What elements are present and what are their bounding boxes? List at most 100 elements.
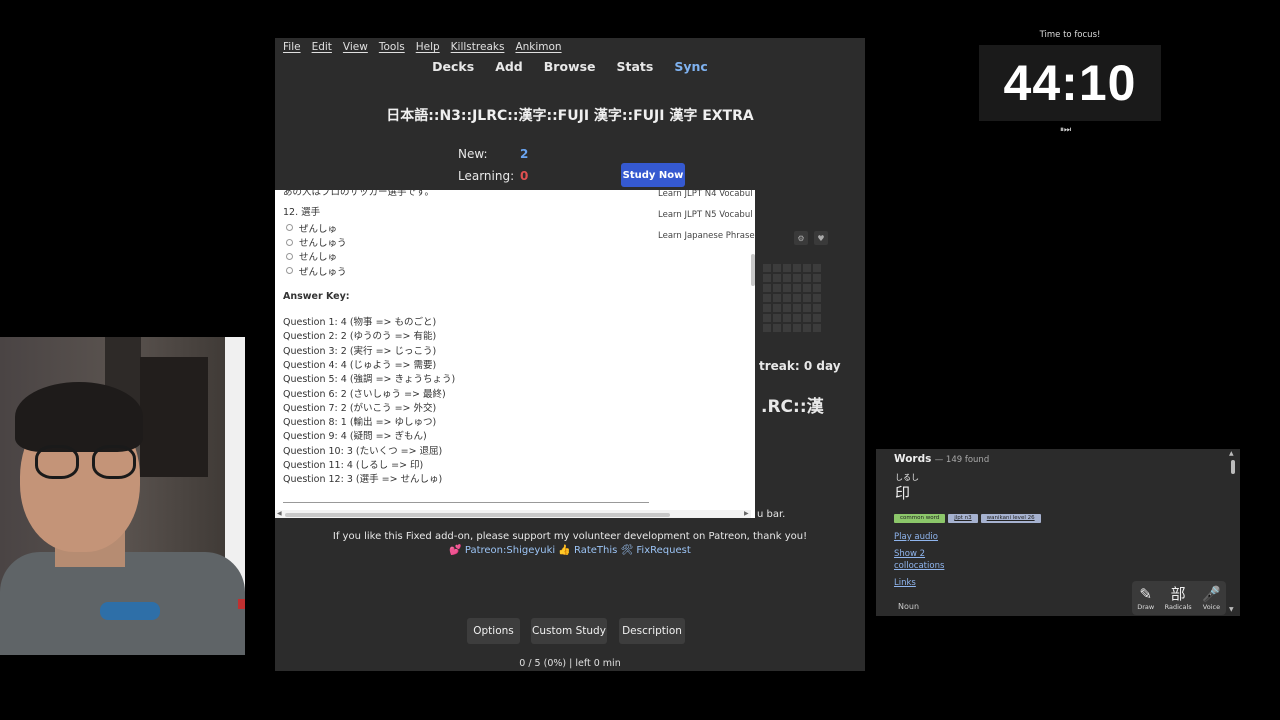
glasses-lens (35, 445, 79, 479)
answer-option[interactable]: ぜんしゅ (283, 221, 643, 235)
radio-icon[interactable] (286, 238, 293, 246)
heatmap-settings-icon[interactable]: ⚙ (794, 231, 808, 245)
heatmap-cell (763, 324, 771, 332)
description-button[interactable]: Description (619, 618, 685, 644)
horizontal-scrollbar[interactable]: ◀ ▶ (275, 510, 751, 518)
links-link[interactable]: Links (894, 577, 916, 589)
progress-text: 0 / 5 (0%) | left 0 min (519, 658, 621, 669)
words-scrollbar[interactable]: ▲ ▼ (1229, 450, 1237, 613)
heatmap-cell (793, 314, 801, 322)
draw-icon: ✎ (1139, 585, 1152, 603)
answer-option[interactable]: せんしゅ (283, 249, 643, 263)
options-button[interactable]: Options (467, 618, 520, 644)
custom-study-button[interactable]: Custom Study (531, 618, 607, 644)
support-links[interactable]: 💕 Patreon:Shigeyuki 👍 RateThis 🛠 FixRequ… (275, 545, 865, 556)
heatmap-cell (763, 284, 771, 292)
radio-icon[interactable] (286, 267, 293, 275)
menu-ankimon[interactable]: Ankimon (515, 41, 561, 53)
quiz-sentence: あの人はプロのサッカー選手です。 (283, 190, 435, 198)
show-collocations-link[interactable]: Show 2 (894, 548, 925, 560)
scroll-up-icon[interactable]: ▲ (1229, 450, 1234, 457)
scroll-left-icon[interactable]: ◀ (277, 510, 282, 517)
menu-killstreaks[interactable]: Killstreaks (451, 41, 505, 53)
heatmap-cell (813, 264, 821, 272)
heatmap-controls: ⚙ ♥ (794, 231, 828, 245)
side-link[interactable]: Learn JLPT N4 Vocabul (658, 190, 755, 208)
tag-jlpt[interactable]: jlpt n3 (948, 514, 978, 523)
toolbar-sync[interactable]: Sync (674, 59, 707, 74)
timer-controls[interactable]: ⏸⏭ (1060, 125, 1071, 135)
toolbar-add[interactable]: Add (495, 59, 523, 74)
menu-edit[interactable]: Edit (312, 41, 332, 53)
scrollbar-thumb[interactable] (285, 513, 670, 517)
heatmap-cell (793, 274, 801, 282)
menu-tools[interactable]: Tools (379, 41, 405, 53)
scroll-right-icon[interactable]: ▶ (744, 510, 749, 517)
answer-key-heading: Answer Key: (283, 290, 350, 302)
toolbar-browse[interactable]: Browse (544, 59, 596, 74)
scroll-down-icon[interactable]: ▼ (1229, 606, 1234, 613)
heatmap-cell (813, 294, 821, 302)
menu-file[interactable]: File (283, 41, 301, 53)
timer-display: 44:10 (979, 45, 1161, 121)
scrollbar-thumb[interactable] (751, 254, 755, 286)
menu-view[interactable]: View (343, 41, 368, 53)
heatmap-cell (793, 264, 801, 272)
radicals-tool[interactable]: 部 Radicals (1165, 585, 1192, 611)
heatmap-cell (803, 314, 811, 322)
side-link[interactable]: Learn JLPT N5 Vocabul (658, 208, 755, 229)
quiz-webview: あの人はプロのサッカー選手です。 12. 選手 ぜんしゅ せんしゅう せんしゅ … (275, 190, 755, 518)
heatmap-cell (773, 314, 781, 322)
heatmap-cell (803, 324, 811, 332)
heatmap-cell (763, 314, 771, 322)
answer-option[interactable]: せんしゅう (283, 235, 643, 249)
answer-key-item: Question 12: 3 (選手 => せんしゅ) (283, 474, 443, 486)
answer-key-item: Question 3: 2 (実行 => じっこう) (283, 345, 437, 357)
background-red-object (238, 599, 245, 609)
heatmap-cell (803, 264, 811, 272)
heatmap-cell (773, 274, 781, 282)
heatmap-cell (783, 264, 791, 272)
voice-tool[interactable]: 🎤 Voice (1202, 585, 1221, 611)
menu-help[interactable]: Help (416, 41, 440, 53)
new-count-row: New: 2 (458, 147, 528, 161)
heatmap-cell (783, 274, 791, 282)
divider (283, 502, 649, 503)
heatmap-cell (793, 324, 801, 332)
background-shelf (140, 357, 208, 477)
toolbar-stats[interactable]: Stats (617, 59, 654, 74)
person-hair (15, 382, 143, 452)
heatmap-cell (813, 324, 821, 332)
new-label: New: (458, 147, 488, 161)
show-collocations-link-line2[interactable]: collocations (894, 560, 944, 572)
menu-bar-hint-text: u bar. (757, 509, 786, 520)
scrollbar-thumb[interactable] (1231, 460, 1235, 474)
tag-wanikani[interactable]: wanikani level 26 (980, 514, 1041, 523)
toolbar-decks[interactable]: Decks (432, 59, 474, 74)
draw-tool[interactable]: ✎ Draw (1137, 585, 1154, 611)
heatmap-cell (793, 304, 801, 312)
study-now-button[interactable]: Study Now (621, 163, 685, 187)
heatmap-cell (813, 274, 821, 282)
heatmap-cell (813, 284, 821, 292)
heatmap-cell (803, 274, 811, 282)
heart-icon[interactable]: ♥ (814, 231, 828, 245)
option-label: せんしゅ (299, 252, 338, 264)
side-link[interactable]: Learn Japanese Phrase (658, 229, 755, 250)
shirt-logo (100, 602, 160, 620)
option-label: せんしゅう (299, 238, 347, 250)
radio-icon[interactable] (286, 252, 293, 260)
webcam-feed (0, 337, 245, 655)
answer-key-item: Question 4: 4 (じゅよう => 需要) (283, 359, 437, 371)
play-audio-link[interactable]: Play audio (894, 531, 938, 543)
answer-key-item: Question 8: 1 (輸出 => ゆしゅつ) (283, 417, 437, 429)
quiz-question: 12. 選手 (283, 207, 321, 219)
heatmap-cell (773, 304, 781, 312)
glasses-lens (92, 445, 136, 479)
radio-icon[interactable] (286, 224, 293, 232)
vertical-scrollbar[interactable] (751, 190, 755, 510)
tag-common-word: common word (894, 514, 946, 523)
answer-option[interactable]: ぜんしゅう (283, 263, 643, 278)
